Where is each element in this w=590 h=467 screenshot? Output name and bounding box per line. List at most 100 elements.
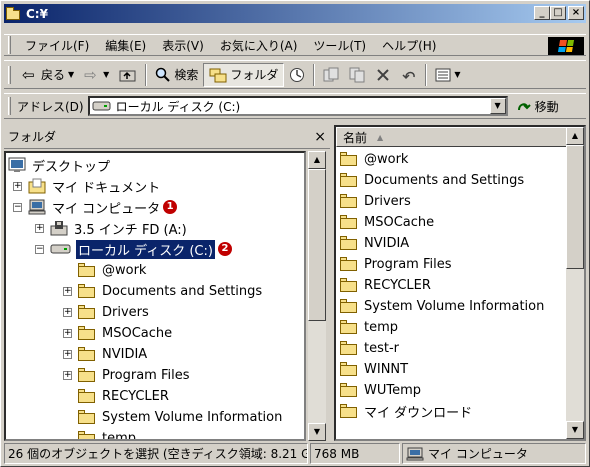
- folder-icon: [340, 320, 358, 334]
- list-item[interactable]: test-r: [340, 338, 399, 358]
- list-item[interactable]: @work: [340, 149, 408, 169]
- expand-icon[interactable]: +: [63, 308, 72, 317]
- toolbar-grip[interactable]: [8, 65, 11, 84]
- expand-icon[interactable]: +: [13, 182, 22, 191]
- go-label: 移動: [534, 99, 559, 114]
- tree-item-folder[interactable]: MSOCache: [78, 323, 172, 343]
- maximize-button[interactable]: □: [550, 6, 566, 20]
- tree-item-local-disk[interactable]: ローカル ディスク (C:) 2: [50, 239, 232, 259]
- file-list-scrollbar[interactable]: ▲ ▼: [566, 127, 584, 439]
- tree-item-folder[interactable]: Program Files: [78, 365, 190, 385]
- folders-label: フォルダ: [230, 68, 279, 82]
- list-item[interactable]: Drivers: [340, 191, 411, 211]
- menu-edit[interactable]: 編集(E): [97, 37, 154, 54]
- list-item[interactable]: マイ ダウンロード: [340, 401, 472, 421]
- windows-logo-icon: [548, 37, 584, 55]
- expand-icon[interactable]: +: [63, 371, 72, 380]
- back-button[interactable]: 戻る ▼: [17, 63, 79, 87]
- search-button[interactable]: 検索: [150, 63, 203, 87]
- file-list-pane[interactable]: 名前 ▲ @work Documents and Settings Driver…: [334, 125, 586, 441]
- close-button[interactable]: ×: [568, 6, 584, 20]
- menu-tools[interactable]: ツール(T): [305, 37, 374, 54]
- list-item[interactable]: System Volume Information: [340, 296, 544, 316]
- tree-item-desktop[interactable]: デスクトップ: [8, 155, 110, 175]
- tree-item-folder[interactable]: RECYCLER: [78, 386, 169, 406]
- folder-icon: [340, 383, 358, 397]
- forward-button[interactable]: ▼: [79, 63, 114, 87]
- expand-icon[interactable]: +: [63, 287, 72, 296]
- address-input[interactable]: ローカル ディスク (C:) ▼: [87, 96, 508, 116]
- list-item-label: Documents and Settings: [364, 172, 525, 188]
- tree-item-folder[interactable]: NVIDIA: [78, 344, 147, 364]
- collapse-icon[interactable]: −: [35, 245, 44, 254]
- collapse-icon[interactable]: −: [13, 203, 22, 212]
- delete-button[interactable]: [370, 63, 396, 87]
- up-button[interactable]: [114, 63, 142, 87]
- list-item-label: temp: [364, 319, 399, 335]
- chevron-down-icon[interactable]: ▼: [454, 70, 460, 79]
- menu-file[interactable]: ファイル(F): [17, 37, 97, 54]
- list-item[interactable]: temp: [340, 317, 398, 337]
- title-bar[interactable]: C:¥ _ □ ×: [4, 4, 586, 23]
- menu-help[interactable]: ヘルプ(H): [374, 37, 444, 54]
- tree-item-folder[interactable]: temp: [78, 428, 137, 441]
- toolbar-grip[interactable]: [8, 97, 11, 115]
- address-value: ローカル ディスク (C:): [115, 99, 241, 114]
- tree-item-my-documents[interactable]: マイ ドキュメント: [28, 176, 160, 196]
- tree-item-my-computer[interactable]: マイ コンピュータ 1: [28, 197, 178, 217]
- folder-icon: [340, 215, 358, 229]
- list-item[interactable]: WINNT: [340, 359, 408, 379]
- toolbar-grip[interactable]: [8, 36, 11, 54]
- menu-view[interactable]: 表示(V): [154, 37, 212, 54]
- tree-item-folder[interactable]: Drivers: [78, 302, 149, 322]
- history-button[interactable]: [284, 63, 310, 87]
- list-item[interactable]: WUTemp: [340, 380, 421, 400]
- list-item-label: MSOCache: [364, 214, 435, 230]
- list-item-label: WINNT: [364, 361, 409, 377]
- list-item[interactable]: NVIDIA: [340, 233, 409, 253]
- folder-icon: [78, 263, 96, 277]
- tree-item-folder[interactable]: @work: [78, 260, 146, 280]
- tree-item-label: NVIDIA: [102, 346, 148, 362]
- address-bar: アドレス(D) ローカル ディスク (C:) ▼ 移動: [4, 93, 586, 119]
- scroll-up-button[interactable]: ▲: [566, 127, 584, 145]
- list-item[interactable]: RECYCLER: [340, 275, 431, 295]
- chevron-down-icon[interactable]: ▼: [103, 70, 109, 79]
- move-to-button[interactable]: [318, 63, 344, 87]
- chevron-down-icon[interactable]: ▼: [68, 70, 74, 79]
- tree-item-label: 3.5 インチ FD (A:): [74, 222, 187, 238]
- my-computer-icon: [406, 447, 424, 460]
- folder-tree-pane: フォルダ × デスクトップ + マイ ドキュメント − マイ コンピュータ 1 …: [4, 125, 330, 441]
- tree-item-label: temp: [102, 430, 137, 441]
- list-item[interactable]: Program Files: [340, 254, 452, 274]
- tree-item-folder[interactable]: Documents and Settings: [78, 281, 262, 301]
- chevron-down-icon[interactable]: ▼: [489, 98, 506, 114]
- expand-icon[interactable]: +: [63, 350, 72, 359]
- undo-button[interactable]: [396, 63, 422, 87]
- scroll-up-button[interactable]: ▲: [308, 151, 326, 169]
- folder-icon: [340, 278, 358, 292]
- scroll-thumb[interactable]: [566, 145, 584, 269]
- folder-tree[interactable]: デスクトップ + マイ ドキュメント − マイ コンピュータ 1 + 3.5 イ…: [4, 151, 306, 441]
- minimize-button[interactable]: _: [534, 6, 550, 20]
- tree-item-folder[interactable]: System Volume Information: [78, 407, 282, 427]
- list-item[interactable]: MSOCache: [340, 212, 434, 232]
- folders-button[interactable]: フォルダ: [203, 62, 285, 87]
- column-header-name[interactable]: 名前 ▲: [336, 127, 568, 147]
- scroll-down-button[interactable]: ▼: [566, 421, 584, 439]
- views-button[interactable]: ▼: [430, 63, 465, 87]
- menu-favorites[interactable]: お気に入り(A): [212, 37, 306, 54]
- folder-tree-scrollbar[interactable]: ▲ ▼: [308, 151, 326, 441]
- window-controls: _ □ ×: [534, 6, 584, 20]
- expand-icon[interactable]: +: [35, 224, 44, 233]
- list-item[interactable]: Documents and Settings: [340, 170, 524, 190]
- scroll-down-button[interactable]: ▼: [308, 423, 326, 441]
- close-icon[interactable]: ×: [314, 129, 326, 145]
- tree-item-floppy[interactable]: 3.5 インチ FD (A:): [50, 218, 187, 238]
- expand-icon[interactable]: +: [63, 329, 72, 338]
- go-button[interactable]: 移動: [516, 98, 559, 115]
- scroll-thumb[interactable]: [308, 169, 326, 321]
- copy-to-button[interactable]: [344, 63, 370, 87]
- folder-icon: [78, 305, 96, 319]
- forward-arrow-icon: [84, 67, 100, 83]
